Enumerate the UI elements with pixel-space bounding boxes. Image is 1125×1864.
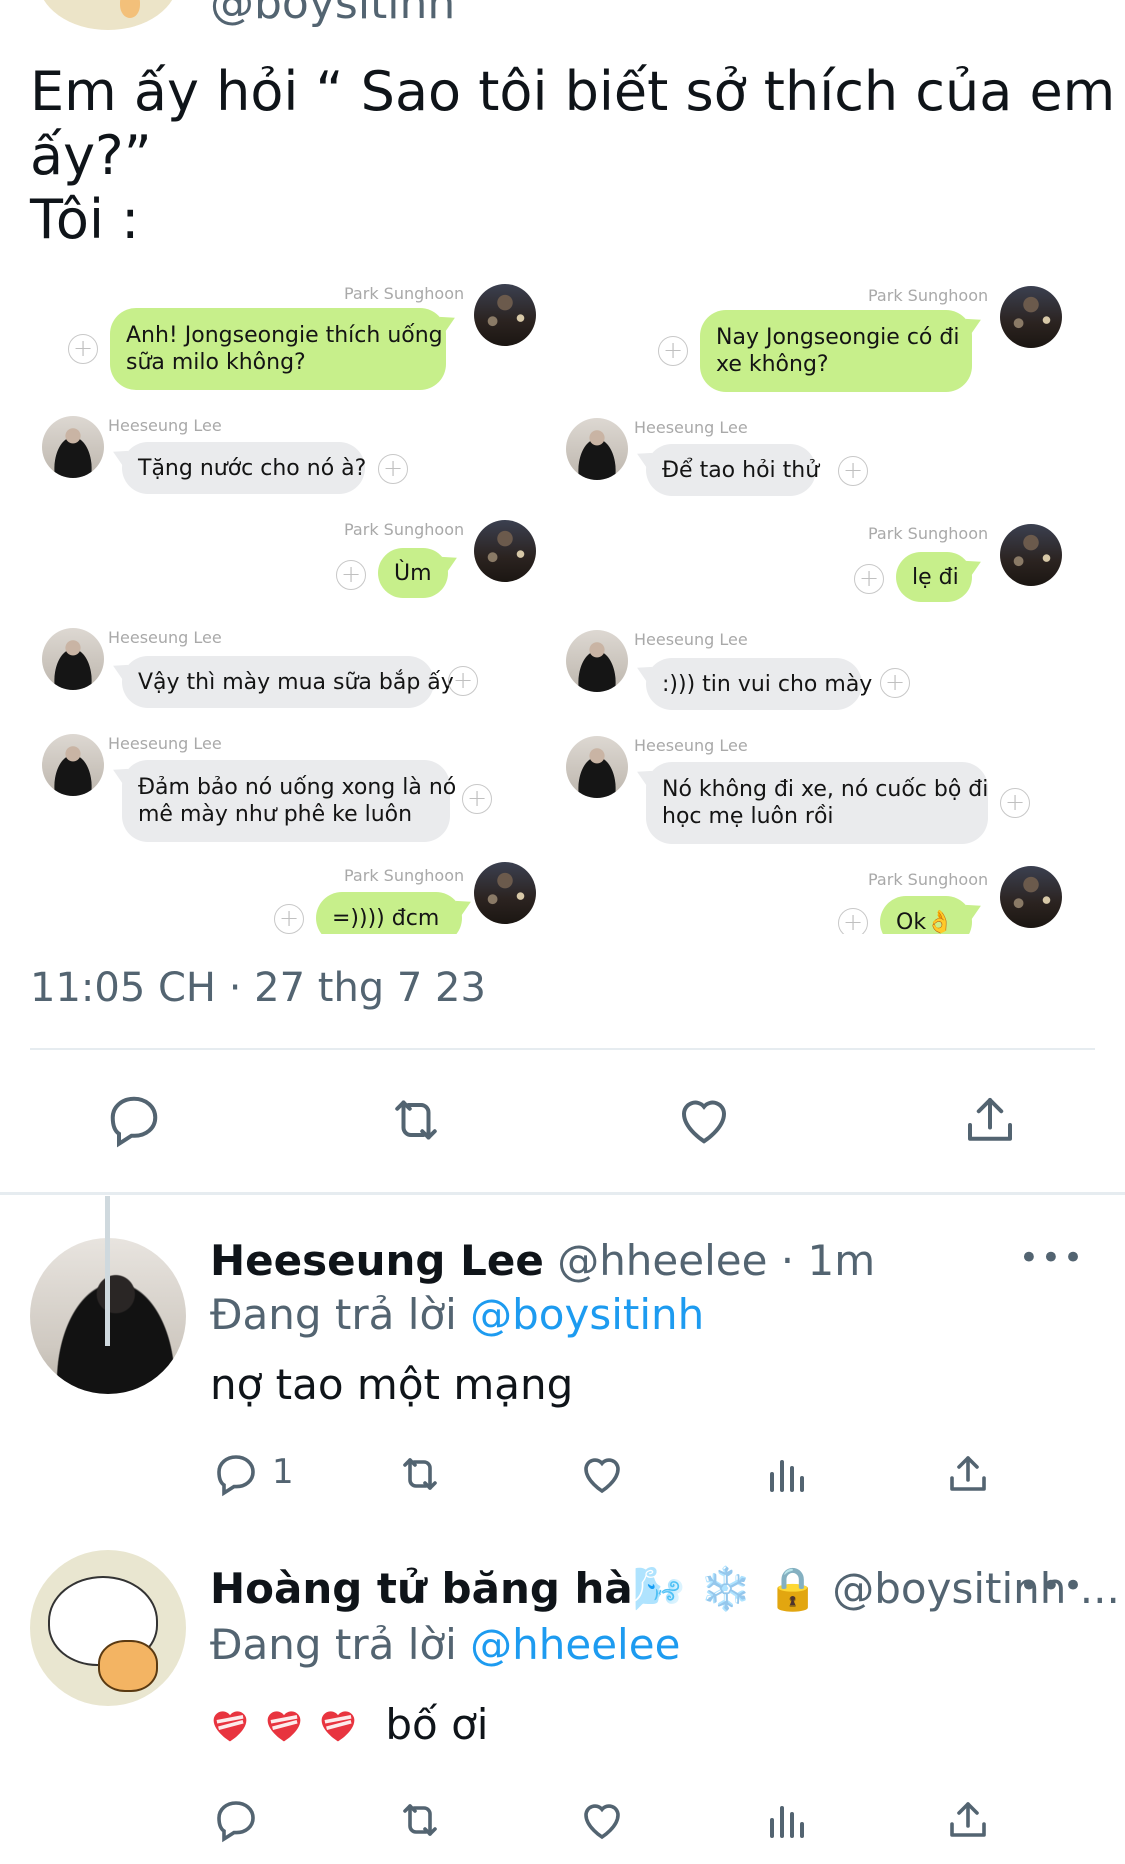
- chat-avatar: [1000, 286, 1062, 348]
- like-icon[interactable]: [674, 1090, 734, 1150]
- chat-avatar: [42, 734, 104, 796]
- chat-avatar: [42, 628, 104, 690]
- retweet-icon[interactable]: [396, 1796, 444, 1844]
- heart-emoji-icon: [321, 1711, 355, 1742]
- plus-icon: +: [838, 908, 868, 934]
- plus-icon: +: [462, 784, 492, 814]
- reply-author[interactable]: Heeseung Lee @hheelee · 1m: [210, 1236, 875, 1285]
- chat-avatar: [566, 736, 628, 798]
- replying-to: Đang trả lời @hheelee: [210, 1620, 680, 1669]
- chat-avatar: [566, 630, 628, 692]
- reply-author[interactable]: Hoàng tử băng hà🌬️ ❄️ 🔒 @boysitinh ...: [210, 1564, 1120, 1614]
- analytics-icon[interactable]: [762, 1796, 810, 1844]
- heart-emoji-icon: [213, 1711, 247, 1742]
- tweet-text-line: ấy?”: [30, 124, 152, 187]
- share-icon[interactable]: [960, 1090, 1020, 1150]
- chat-avatar: [42, 416, 104, 478]
- chat-bubble: =)))) đcm: [316, 892, 462, 934]
- tweet-timestamp[interactable]: 11:05 CH · 27 thg 7 23: [30, 965, 486, 1011]
- plus-icon: +: [68, 334, 98, 364]
- share-icon[interactable]: [944, 1450, 992, 1498]
- chat-bubble: Ùm: [378, 548, 448, 598]
- chat-bubble: lẹ đi: [896, 552, 972, 602]
- section-divider: [0, 1192, 1125, 1195]
- author-avatar[interactable]: [38, 0, 178, 30]
- plus-icon: +: [1000, 788, 1030, 818]
- author-handle[interactable]: @boysitinh: [210, 0, 455, 29]
- chat-sender-name: Heeseung Lee: [108, 628, 222, 647]
- chat-sender-name: Park Sunghoon: [868, 870, 989, 889]
- chat-avatar: [1000, 866, 1062, 928]
- chat-sender-name: Park Sunghoon: [868, 286, 989, 305]
- chat-sender-name: Park Sunghoon: [344, 866, 465, 885]
- heart-emoji-icon: [267, 1711, 301, 1742]
- reply-text-content: bố ơi: [385, 1700, 489, 1749]
- chat-bubble: Nay Jongseongie có đi xe không?: [700, 310, 972, 392]
- reply-avatar[interactable]: [30, 1550, 186, 1706]
- chat-sender-name: Heeseung Lee: [108, 416, 222, 435]
- chat-sender-name: Heeseung Lee: [108, 734, 222, 753]
- chat-bubble: Vậy thì mày mua sữa bắp ấy: [122, 656, 454, 708]
- chat-sender-name: Park Sunghoon: [344, 284, 465, 303]
- plus-icon: +: [854, 564, 884, 594]
- plus-icon: +: [336, 560, 366, 590]
- chat-avatar: [474, 520, 536, 582]
- comment-icon[interactable]: [212, 1796, 260, 1844]
- chat-bubble: Anh! Jongseongie thích uống sữa milo khô…: [110, 308, 446, 390]
- reply-text: nợ tao một mạng: [210, 1360, 574, 1409]
- chat-screenshot[interactable]: Park Sunghoon + Anh! Jongseongie thích u…: [30, 270, 1100, 934]
- reply-author-name[interactable]: Heeseung Lee: [210, 1236, 544, 1285]
- tweet-text-line: Em ấy hỏi “ Sao tôi biết sở thích của em: [30, 60, 1116, 123]
- reply-text: bố ơi: [210, 1700, 488, 1749]
- retweet-icon[interactable]: [386, 1090, 446, 1150]
- chat-bubble: Tặng nước cho nó à?: [122, 442, 366, 494]
- more-icon[interactable]: •••: [1019, 1238, 1085, 1278]
- retweet-icon[interactable]: [396, 1450, 444, 1498]
- more-icon[interactable]: •••: [1019, 1566, 1085, 1606]
- tweet-text: Em ấy hỏi “ Sao tôi biết sở thích của em…: [30, 60, 1116, 252]
- reply-author-name[interactable]: Hoàng tử băng hà🌬️ ❄️ 🔒: [210, 1564, 819, 1613]
- like-icon[interactable]: [578, 1450, 626, 1498]
- chat-sender-name: Park Sunghoon: [868, 524, 989, 543]
- chat-bubble: Để tao hỏi thử: [646, 444, 819, 496]
- like-icon[interactable]: [578, 1796, 626, 1844]
- chat-sender-name: Heeseung Lee: [634, 630, 748, 649]
- chat-sender-name: Heeseung Lee: [634, 418, 748, 437]
- comment-icon[interactable]: [104, 1090, 164, 1150]
- plus-icon: +: [448, 666, 478, 696]
- chat-bubble: Đảm bảo nó uống xong là nó mê mày như ph…: [122, 760, 456, 842]
- chat-bubble: :))) tin vui cho mày: [646, 658, 872, 710]
- chat-sender-name: Park Sunghoon: [344, 520, 465, 539]
- replying-to-link[interactable]: @boysitinh: [470, 1290, 704, 1339]
- chat-bubble: Nó không đi xe, nó cuốc bộ đi học mẹ luô…: [646, 762, 988, 844]
- chat-bubble: Ok👌: [880, 896, 972, 934]
- tweet-text-line: Tôi :: [30, 188, 140, 251]
- plus-icon: +: [838, 456, 868, 486]
- comment-icon[interactable]: [212, 1450, 260, 1498]
- reply-count: 1: [272, 1452, 294, 1492]
- thread-line: [105, 1196, 110, 1346]
- share-icon[interactable]: [944, 1796, 992, 1844]
- chat-avatar: [566, 418, 628, 480]
- replying-to: Đang trả lời @boysitinh: [210, 1290, 704, 1339]
- chat-sender-name: Heeseung Lee: [634, 736, 748, 755]
- plus-icon: +: [378, 454, 408, 484]
- replying-prefix: Đang trả lời: [210, 1620, 457, 1669]
- plus-icon: +: [880, 668, 910, 698]
- chat-avatar: [474, 862, 536, 924]
- replying-prefix: Đang trả lời: [210, 1290, 457, 1339]
- analytics-icon[interactable]: [762, 1450, 810, 1498]
- chat-avatar: [474, 284, 536, 346]
- chat-avatar: [1000, 524, 1062, 586]
- plus-icon: +: [274, 904, 304, 934]
- reply-handle-time: @hheelee · 1m: [557, 1236, 876, 1285]
- divider: [30, 1048, 1095, 1050]
- plus-icon: +: [658, 336, 688, 366]
- replying-to-link[interactable]: @hheelee: [470, 1620, 680, 1669]
